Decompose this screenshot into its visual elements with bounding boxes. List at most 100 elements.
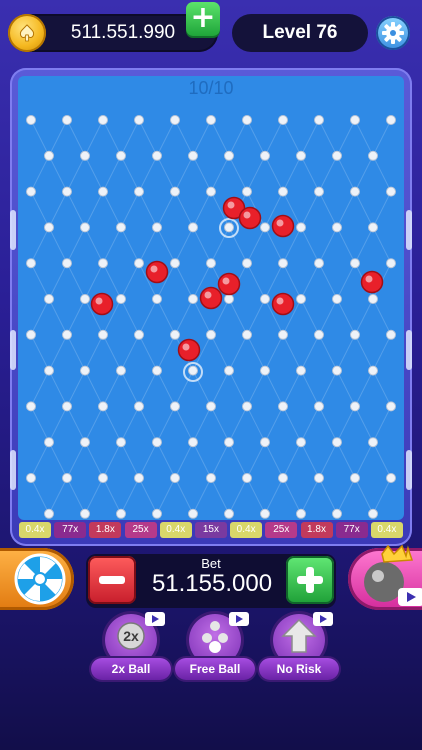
peg-connector bbox=[30, 262, 50, 300]
peg-connector bbox=[84, 191, 104, 228]
peg bbox=[44, 150, 54, 161]
multiplier-slots: 0.4x 77x 1.8x 25x 0.4x 15x 0.4x 25x 1.8x 77x 0.4x bbox=[18, 522, 404, 540]
peg-connector bbox=[354, 441, 374, 479]
peg bbox=[44, 294, 54, 304]
peg bbox=[296, 508, 306, 519]
peg-connector bbox=[354, 191, 374, 228]
peg-connector bbox=[228, 477, 248, 515]
peg bbox=[260, 294, 270, 304]
peg bbox=[62, 258, 72, 269]
peg-connector bbox=[138, 406, 158, 443]
peg bbox=[116, 508, 126, 519]
peg-connector bbox=[192, 477, 212, 515]
peg-connector bbox=[84, 227, 104, 264]
peg-connector bbox=[336, 370, 356, 407]
peg bbox=[62, 186, 72, 197]
peg-connector bbox=[372, 477, 392, 515]
peg-connector bbox=[120, 406, 140, 443]
peg bbox=[152, 222, 162, 233]
peg bbox=[332, 294, 342, 304]
peg-connector bbox=[372, 155, 392, 192]
peg bbox=[278, 473, 288, 483]
peg-connector bbox=[210, 155, 230, 192]
peg bbox=[296, 150, 306, 161]
peg bbox=[350, 186, 360, 197]
peg-connector bbox=[372, 227, 392, 264]
peg-connector bbox=[156, 477, 176, 515]
peg bbox=[116, 222, 126, 233]
coin-amount: 511.551.990 bbox=[70, 22, 176, 43]
peg-connector bbox=[264, 334, 284, 371]
peg-connector bbox=[192, 227, 212, 264]
peg-connector bbox=[48, 441, 68, 479]
ball-shine bbox=[150, 265, 158, 273]
game-ball bbox=[238, 206, 262, 230]
peg-connector bbox=[120, 155, 140, 192]
peg bbox=[134, 473, 144, 483]
lucky-wheel-button[interactable] bbox=[0, 548, 74, 610]
peg-connector bbox=[84, 334, 104, 371]
video-ad-icon bbox=[229, 612, 249, 626]
peg-connector bbox=[30, 441, 50, 479]
video-ad-icon bbox=[145, 612, 165, 626]
peg bbox=[332, 508, 342, 519]
peg-connector bbox=[246, 441, 266, 479]
peg-connector bbox=[372, 298, 392, 336]
peg bbox=[332, 437, 342, 448]
peg bbox=[80, 437, 90, 448]
peg bbox=[350, 329, 360, 340]
peg-connector bbox=[372, 406, 392, 443]
peg-connector bbox=[138, 298, 158, 336]
game-ball bbox=[199, 286, 223, 310]
peg bbox=[386, 329, 396, 340]
peg bbox=[242, 186, 252, 197]
peg-connector bbox=[300, 477, 320, 515]
peg-connector bbox=[264, 370, 284, 407]
peg-connector bbox=[120, 441, 140, 479]
powerup-label: Free Ball bbox=[175, 658, 255, 680]
settings-button[interactable] bbox=[376, 16, 410, 50]
peg-connector bbox=[210, 119, 230, 157]
side-bumper bbox=[10, 450, 16, 490]
plinko-board[interactable]: 10/10 bbox=[18, 76, 404, 520]
peg bbox=[170, 473, 180, 483]
powerup-free-ball[interactable]: Free Ball bbox=[175, 612, 255, 680]
peg-connector bbox=[30, 477, 50, 515]
peg bbox=[224, 508, 234, 519]
decrease-bet-button[interactable] bbox=[88, 556, 136, 604]
peg-connector bbox=[372, 119, 392, 157]
peg-connector bbox=[300, 155, 320, 192]
peg-connector bbox=[282, 334, 302, 371]
peg bbox=[314, 401, 324, 412]
peg-connector bbox=[48, 334, 68, 371]
powerup-no-risk[interactable]: No Risk bbox=[259, 612, 339, 680]
peg bbox=[206, 329, 216, 340]
peg-connector bbox=[282, 155, 302, 192]
increase-bet-button[interactable] bbox=[286, 556, 334, 604]
peg bbox=[152, 365, 162, 376]
peg-connector bbox=[246, 119, 266, 157]
peg bbox=[152, 508, 162, 519]
peg bbox=[386, 186, 396, 197]
peg-connector bbox=[120, 477, 140, 515]
ball-counter: 10/10 bbox=[188, 78, 234, 98]
peg-connector bbox=[30, 334, 50, 371]
peg-connector bbox=[300, 406, 320, 443]
add-coins-button[interactable]: + bbox=[186, 2, 220, 36]
peg-connector bbox=[174, 477, 194, 515]
peg-connector bbox=[156, 406, 176, 443]
peg bbox=[44, 508, 54, 519]
peg-connector bbox=[138, 119, 158, 157]
peg-connector bbox=[174, 119, 194, 157]
peg bbox=[260, 222, 270, 233]
peg-connector bbox=[228, 298, 248, 336]
peg bbox=[278, 186, 288, 197]
peg-connector bbox=[318, 119, 338, 157]
peg-connector bbox=[300, 262, 320, 300]
peg-connector bbox=[264, 119, 284, 157]
peg-connector bbox=[228, 119, 248, 157]
peg bbox=[332, 222, 342, 233]
drop-ball-button[interactable] bbox=[348, 544, 422, 610]
peg bbox=[152, 294, 162, 304]
powerup-2x-ball[interactable]: 2x 2x Ball bbox=[91, 612, 171, 680]
